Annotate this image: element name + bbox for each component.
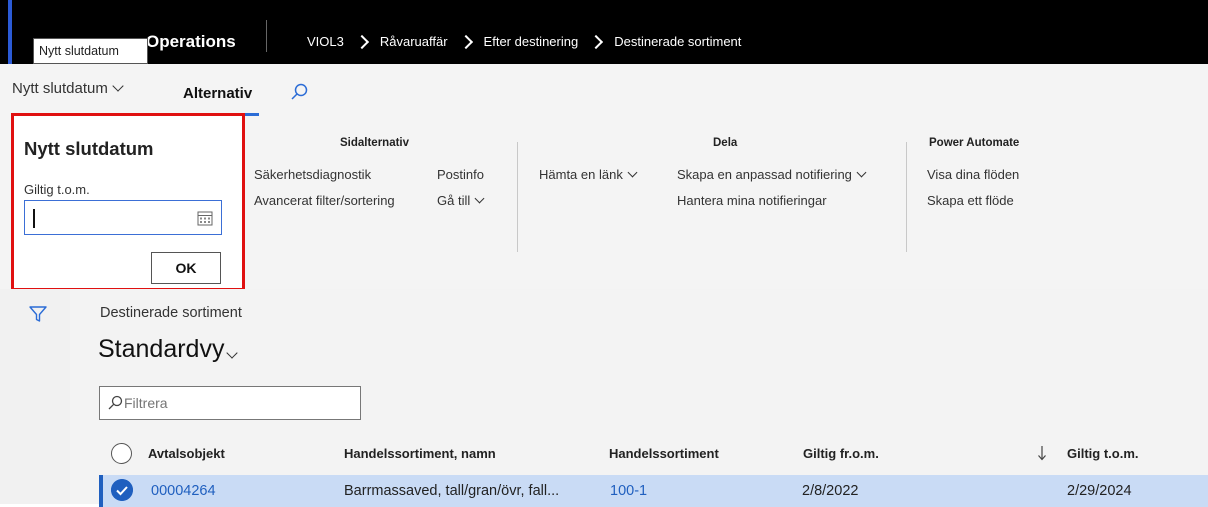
group-title-sidalternativ: Sidalternativ (340, 137, 410, 149)
menu-item-label: Hämta en länk (539, 167, 623, 182)
view-selector[interactable]: Standardvy (98, 335, 224, 364)
chevron-down-icon (112, 80, 124, 92)
end-date-field[interactable] (24, 200, 222, 235)
menu-item-visa-floden[interactable]: Visa dina flöden (927, 167, 1019, 182)
calendar-icon[interactable] (197, 210, 213, 226)
breadcrumb-item-company[interactable]: VIOL3 (307, 34, 344, 49)
selected-row-indicator (99, 475, 103, 507)
row-checked-icon[interactable] (111, 479, 133, 501)
breadcrumb: VIOL3 Råvaruaffär Efter destinering Dest… (307, 34, 741, 49)
cell-giltig-tom: 2/29/2024 (1067, 483, 1132, 499)
group-divider (517, 142, 518, 252)
chevron-down-icon (474, 193, 485, 204)
chevron-right-icon (357, 35, 367, 49)
flyout-title: Nytt slutdatum (24, 138, 154, 159)
table-row[interactable]: 00004264 Barrmassaved, tall/gran/övr, fa… (99, 475, 1208, 507)
breadcrumb-item-section[interactable]: Efter destinering (484, 34, 579, 49)
tab-label: Nytt slutdatum (12, 80, 108, 97)
group-title-power-automate: Power Automate (929, 137, 1020, 149)
field-label-giltig-tom: Giltig t.o.m. (24, 182, 90, 197)
filter-icon[interactable] (28, 304, 48, 324)
tab-alternativ[interactable]: Alternativ (183, 85, 252, 102)
group-divider (906, 142, 907, 252)
ok-button[interactable]: OK (151, 252, 221, 284)
app-title[interactable]: Operations (146, 32, 236, 52)
menu-item-skapa-notifiering[interactable]: Skapa en anpassad notifiering (677, 167, 867, 182)
main-content: Destinerade sortiment Standardvy Avtalso… (70, 289, 1208, 507)
tab-nytt-slutdatum[interactable]: Nytt slutdatum (10, 72, 168, 110)
page-subtitle: Destinerade sortiment (100, 305, 242, 321)
chevron-down-icon (627, 167, 638, 178)
chevron-down-icon (856, 167, 867, 178)
tooltip: Nytt slutdatum (33, 38, 148, 64)
menu-item-postinfo[interactable]: Postinfo (437, 167, 484, 182)
divider (266, 20, 267, 52)
menu-item-hantera-notifieringar[interactable]: Hantera mina notifieringar (677, 193, 827, 208)
chevron-right-icon (461, 35, 471, 49)
select-all-checkbox[interactable] (111, 443, 132, 464)
column-header-giltig-tom[interactable]: Giltig t.o.m. (1067, 446, 1139, 461)
left-rail (0, 289, 70, 504)
column-header-handelssortiment-namn[interactable]: Handelssortiment, namn (344, 446, 496, 461)
menu-item-sakerhetsdiagnostik[interactable]: Säkerhetsdiagnostik (254, 167, 371, 182)
search-icon (108, 395, 123, 410)
menu-item-skapa-flode[interactable]: Skapa ett flöde (927, 193, 1014, 208)
menu-item-hamta-lank[interactable]: Hämta en länk (539, 167, 638, 182)
cell-avtalsobjekt[interactable]: 00004264 (151, 483, 216, 499)
menu-item-label: Gå till (437, 193, 471, 208)
menu-item-ga-till[interactable]: Gå till (437, 193, 485, 208)
filter-field[interactable] (99, 386, 361, 420)
breadcrumb-item-module[interactable]: Råvaruaffär (380, 34, 448, 49)
grid-header: Avtalsobjekt Handelssortiment, namn Hand… (99, 436, 1208, 472)
text-cursor (33, 209, 35, 228)
cell-handelssortiment-namn: Barrmassaved, tall/gran/övr, fall... (344, 483, 560, 499)
group-title-dela: Dela (713, 137, 738, 149)
top-nav-bar: Operations VIOL3 Råvaruaffär Efter desti… (0, 0, 1208, 64)
sort-descending-icon (1038, 446, 1046, 461)
column-header-giltig-from[interactable]: Giltig fr.o.m. (803, 446, 879, 461)
accent-strip (8, 0, 12, 64)
filter-input[interactable] (124, 393, 344, 413)
menu-item-label: Skapa en anpassad notifiering (677, 167, 852, 182)
cell-handelssortiment[interactable]: 100-1 (610, 483, 647, 499)
action-pane-tabs: Nytt slutdatum Alternativ (0, 64, 1208, 118)
column-header-handelssortiment[interactable]: Handelssortiment (609, 446, 719, 461)
breadcrumb-item-page: Destinerade sortiment (614, 34, 742, 49)
search-icon[interactable] (289, 82, 309, 102)
chevron-right-icon (591, 35, 601, 49)
new-end-date-flyout: Nytt slutdatum Giltig t.o.m. OK (11, 113, 245, 291)
cell-giltig-from: 2/8/2022 (802, 483, 859, 499)
menu-item-avancerat-filter[interactable]: Avancerat filter/sortering (254, 193, 395, 208)
column-header-avtalsobjekt[interactable]: Avtalsobjekt (148, 446, 225, 461)
chevron-down-icon[interactable] (226, 347, 238, 359)
